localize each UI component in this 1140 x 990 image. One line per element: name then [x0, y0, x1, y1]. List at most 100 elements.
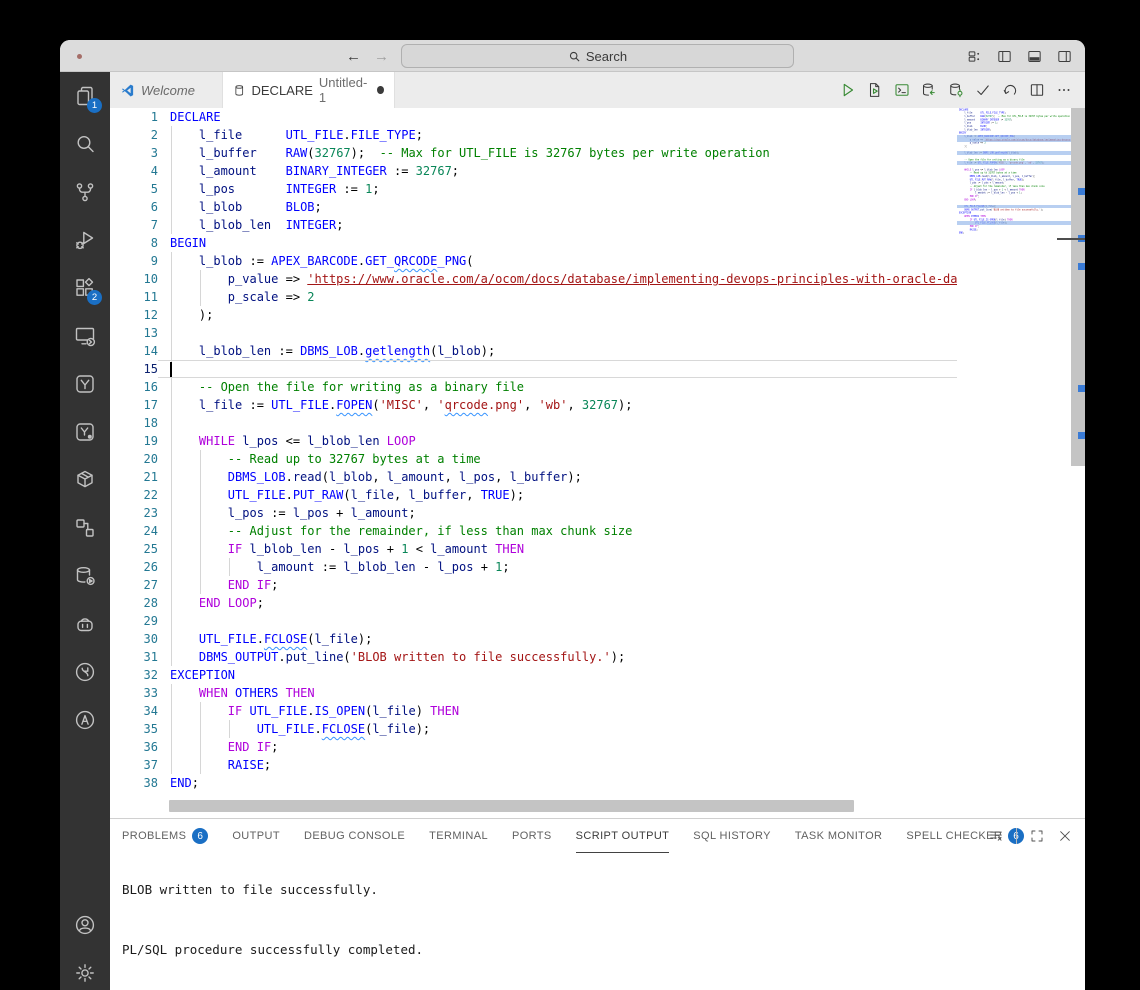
- activity-item-vault[interactable]: [60, 360, 110, 408]
- code-line-23[interactable]: 23 l_pos := l_pos + l_amount;: [110, 504, 957, 522]
- code-line-10[interactable]: 10 p_value => 'https://www.oracle.com/a/…: [110, 270, 957, 288]
- code-line-19[interactable]: 19 WHILE l_pos <= l_blob_len LOOP: [110, 432, 957, 450]
- code-line-text: [158, 414, 957, 432]
- code-line-8[interactable]: 8 BEGIN: [110, 234, 957, 252]
- code-editor[interactable]: 1 DECLARE 2 l_file UTL_FILE.FILE_TYPE; 3 l_…: [110, 108, 1085, 818]
- commit-check-icon[interactable]: [974, 81, 992, 99]
- code-line-33[interactable]: 33 WHEN OTHERS THEN: [110, 684, 957, 702]
- activity-item-circle-a[interactable]: [60, 696, 110, 744]
- code-line-28[interactable]: 28 END LOOP;: [110, 594, 957, 612]
- vertical-scrollbar-thumb[interactable]: [1071, 108, 1085, 466]
- code-line-4[interactable]: 4 l_amount BINARY_INTEGER := 32767;: [110, 162, 957, 180]
- clear-output-icon[interactable]: [988, 828, 1004, 844]
- modified-dot-icon[interactable]: [377, 86, 384, 94]
- horizontal-scrollbar[interactable]: [169, 800, 854, 812]
- run-file-icon[interactable]: [866, 81, 884, 99]
- code-line-34[interactable]: 34 IF UTL_FILE.IS_OPEN(l_file) THEN: [110, 702, 957, 720]
- activity-item-vault-connections[interactable]: [60, 408, 110, 456]
- zoom-window-button[interactable]: [113, 50, 125, 62]
- code-line-37[interactable]: 37 RAISE;: [110, 756, 957, 774]
- code-line-30[interactable]: 30 UTL_FILE.FCLOSE(l_file);: [110, 630, 957, 648]
- code-line-20[interactable]: 20 -- Read up to 32767 bytes at a time: [110, 450, 957, 468]
- panel-tab-sql-history[interactable]: SQL HISTORY: [693, 819, 771, 853]
- overview-ruler[interactable]: [1057, 108, 1085, 818]
- customize-layout-icon[interactable]: [966, 48, 983, 65]
- code-line-38[interactable]: 38 END;: [110, 774, 957, 792]
- close-panel-icon[interactable]: [1057, 828, 1073, 844]
- code-line-18[interactable]: 18: [110, 414, 957, 432]
- code-line-25[interactable]: 25 IF l_blob_len - l_pos + 1 < l_amount …: [110, 540, 957, 558]
- forward-arrow-icon[interactable]: →: [374, 48, 389, 65]
- database-connect-icon[interactable]: [947, 81, 965, 99]
- code-line-32[interactable]: 32 EXCEPTION: [110, 666, 957, 684]
- code-line-22[interactable]: 22 UTL_FILE.PUT_RAW(l_file, l_buffer, TR…: [110, 486, 957, 504]
- activity-item-search[interactable]: [60, 120, 110, 168]
- line-number: 17: [143, 398, 158, 412]
- maximize-panel-icon[interactable]: [1029, 828, 1045, 844]
- code-line-13[interactable]: 13: [110, 324, 957, 342]
- split-editor-icon[interactable]: [1028, 81, 1046, 99]
- panel-tab-terminal[interactable]: TERMINAL: [429, 819, 488, 853]
- panel-tab-output[interactable]: OUTPUT: [232, 819, 280, 853]
- activity-item-extensions[interactable]: 2: [60, 264, 110, 312]
- back-arrow-icon[interactable]: ←: [346, 48, 361, 65]
- sql-console-icon[interactable]: [893, 81, 911, 99]
- activity-item-circle-branch[interactable]: [60, 648, 110, 696]
- code-line-35[interactable]: 35 UTL_FILE.FCLOSE(l_file);: [110, 720, 957, 738]
- code-line-7[interactable]: 7 l_blob_len INTEGER;: [110, 216, 957, 234]
- code-line-6[interactable]: 6 l_blob BLOB;: [110, 198, 957, 216]
- line-number: 3: [150, 146, 158, 160]
- code-line-36[interactable]: 36 END IF;: [110, 738, 957, 756]
- activity-item-source-control[interactable]: [60, 168, 110, 216]
- activity-item-account[interactable]: [60, 901, 110, 949]
- database-export-icon[interactable]: [920, 81, 938, 99]
- line-number: 22: [143, 488, 158, 502]
- panel-tab-script-output[interactable]: SCRIPT OUTPUT: [575, 819, 670, 853]
- panel-tab-problems[interactable]: PROBLEMS 6: [122, 819, 209, 853]
- panel-tab-debug-console[interactable]: DEBUG CONSOLE: [304, 819, 405, 853]
- panel-tab-task-monitor[interactable]: TASK MONITOR: [795, 819, 883, 853]
- code-line-24[interactable]: 24 -- Adjust for the remainder, if less …: [110, 522, 957, 540]
- code-line-14[interactable]: 14 l_blob_len := DBMS_LOB.getlength(l_bl…: [110, 342, 957, 360]
- code-line-11[interactable]: 11 p_scale => 2: [110, 288, 957, 306]
- search-input[interactable]: Search: [401, 44, 794, 68]
- code-line-9[interactable]: 9 l_blob := APEX_BARCODE.GET_QRCODE_PNG(: [110, 252, 957, 270]
- titlebar[interactable]: ← → Search: [60, 40, 1085, 72]
- activity-item-settings-gear[interactable]: [60, 949, 110, 990]
- tab-declare-untitled-1[interactable]: DECLARE Untitled-1: [222, 72, 395, 108]
- run-icon[interactable]: [839, 81, 857, 99]
- code-line-27[interactable]: 27 END IF;: [110, 576, 957, 594]
- code-line-15[interactable]: 15: [110, 360, 957, 378]
- toggle-panel-icon[interactable]: [1026, 48, 1043, 65]
- activity-item-explorer[interactable]: 1: [60, 72, 110, 120]
- code-line-5[interactable]: 5 l_pos INTEGER := 1;: [110, 180, 957, 198]
- code-line-29[interactable]: 29: [110, 612, 957, 630]
- activity-item-robot[interactable]: [60, 600, 110, 648]
- more-actions-icon[interactable]: [1055, 81, 1073, 99]
- close-window-button[interactable]: [73, 50, 85, 62]
- code-line-26[interactable]: 26 l_amount := l_blob_len - l_pos + 1;: [110, 558, 957, 576]
- tab-welcome[interactable]: Welcome: [110, 72, 222, 108]
- code-line-17[interactable]: 17 l_file := UTL_FILE.FOPEN('MISC', 'qrc…: [110, 396, 957, 414]
- script-output-content[interactable]: BLOB written to file successfully. PL/SQ…: [122, 880, 1075, 960]
- code-line-31[interactable]: 31 DBMS_OUTPUT.put_line('BLOB written to…: [110, 648, 957, 666]
- activity-item-database-actions[interactable]: [60, 552, 110, 600]
- activity-item-package[interactable]: [60, 456, 110, 504]
- activity-item-run-debug[interactable]: [60, 216, 110, 264]
- line-number: 2: [150, 128, 158, 142]
- minimize-window-button[interactable]: [93, 50, 105, 62]
- code-line-21[interactable]: 21 DBMS_LOB.read(l_blob, l_amount, l_pos…: [110, 468, 957, 486]
- line-number: 31: [143, 650, 158, 664]
- code-line-2[interactable]: 2 l_file UTL_FILE.FILE_TYPE;: [110, 126, 957, 144]
- activity-item-linked-boxes[interactable]: [60, 504, 110, 552]
- rollback-icon[interactable]: [1001, 81, 1019, 99]
- activity-item-remote-explorer[interactable]: [60, 312, 110, 360]
- code-line-12[interactable]: 12 );: [110, 306, 957, 324]
- toggle-secondary-sidebar-icon[interactable]: [1056, 48, 1073, 65]
- code-line-1[interactable]: 1 DECLARE: [110, 108, 957, 126]
- code-line-3[interactable]: 3 l_buffer RAW(32767); -- Max for UTL_FI…: [110, 144, 957, 162]
- panel-tab-ports[interactable]: PORTS: [512, 819, 552, 853]
- minimap[interactable]: DECLARE l_file UTL_FILE.FILE_TYPE; l_buf…: [957, 108, 1071, 818]
- code-line-16[interactable]: 16 -- Open the file for writing as a bin…: [110, 378, 957, 396]
- toggle-primary-sidebar-icon[interactable]: [996, 48, 1013, 65]
